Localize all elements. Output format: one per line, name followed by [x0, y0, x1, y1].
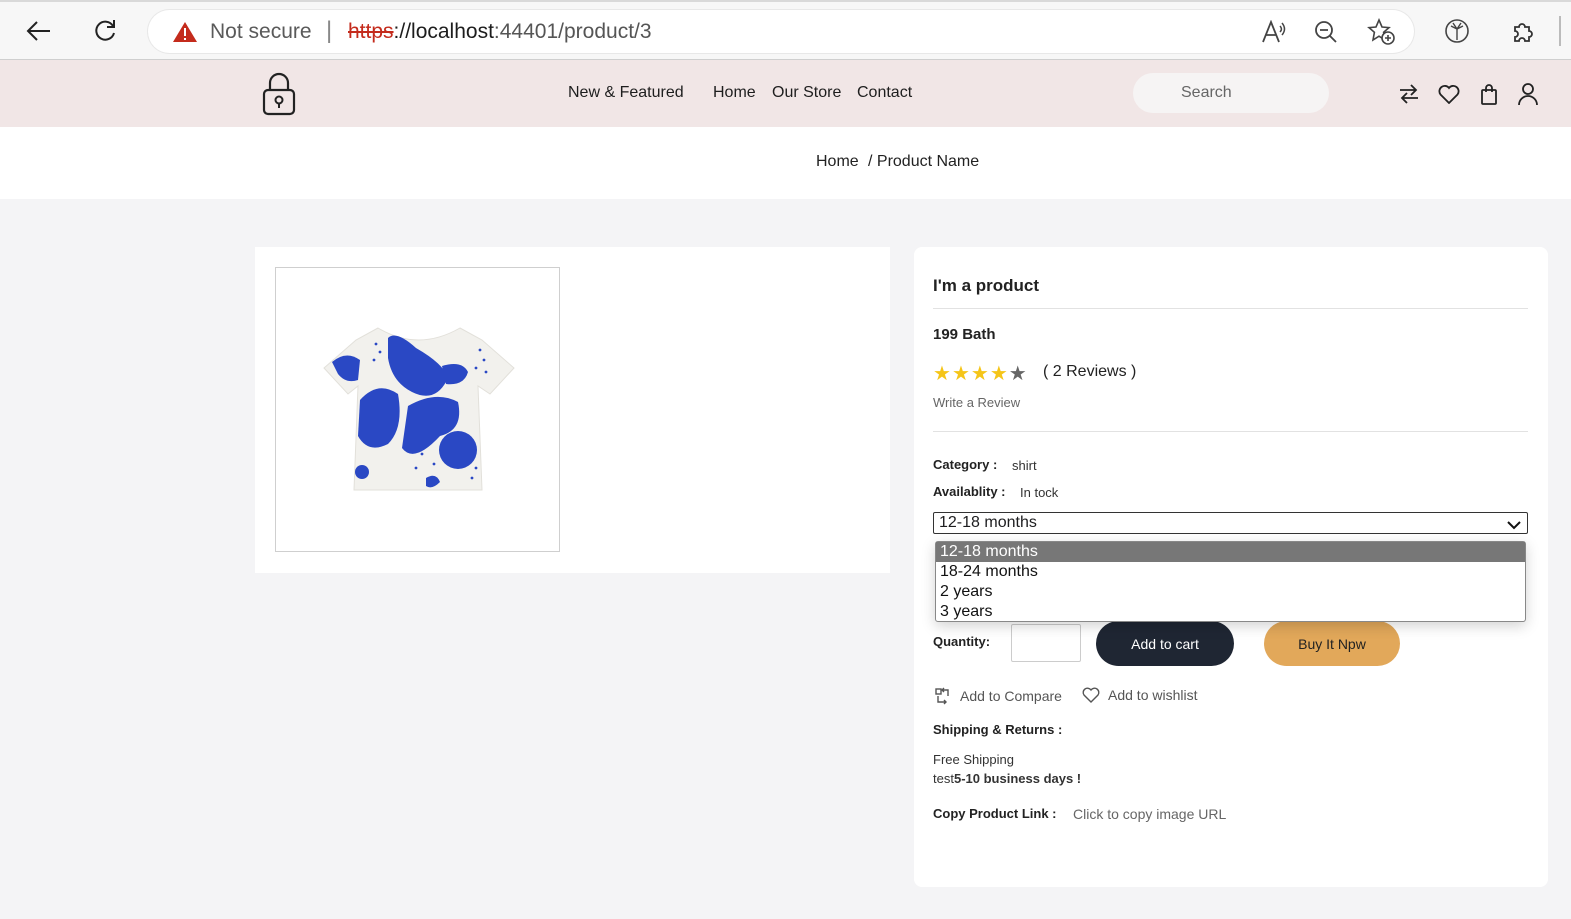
add-to-wishlist-link[interactable]: Add to wishlist — [1082, 687, 1197, 703]
nav-contact[interactable]: Contact — [857, 84, 912, 102]
product-price: 199 Bath — [933, 326, 996, 343]
shipping-line1: Free Shipping — [933, 752, 1014, 767]
scroll-edge — [1559, 16, 1561, 46]
tshirt-image — [323, 327, 515, 491]
product-image[interactable] — [275, 267, 560, 552]
browser-toolbar: Not secure | https://localhost:44401/pro… — [0, 0, 1571, 60]
size-option[interactable]: 3 years — [936, 602, 1525, 622]
rating-stars: ★★★★★ — [933, 361, 1028, 386]
category-value: shirt — [1012, 458, 1037, 473]
favorite-add-icon[interactable] — [1367, 18, 1395, 46]
size-select[interactable]: 12-18 months — [933, 512, 1528, 534]
star-icon: ★ — [951, 363, 971, 385]
url-host: ://localhost — [393, 20, 494, 43]
size-option[interactable]: 12-18 months — [936, 542, 1525, 562]
copy-link-action[interactable]: Click to copy image URL — [1073, 806, 1226, 822]
add-to-cart-button[interactable]: Add to cart — [1096, 621, 1234, 666]
category-label: Category : — [933, 457, 998, 472]
address-bar[interactable]: Not secure | https://localhost:44401/pro… — [148, 10, 1414, 53]
compare-arrows-icon — [935, 687, 949, 705]
security-label[interactable]: Not secure — [210, 20, 312, 44]
nav-our-store[interactable]: Our Store — [772, 84, 841, 102]
copy-link-label: Copy Product Link : — [933, 806, 1057, 821]
star-icon: ★ — [970, 363, 990, 385]
account-user-icon[interactable] — [1515, 81, 1541, 107]
quantity-input[interactable] — [1011, 624, 1081, 662]
size-select-value: 12-18 months — [939, 514, 1037, 531]
star-icon: ★ — [989, 363, 1009, 385]
buy-now-button[interactable]: Buy It Npw — [1264, 621, 1400, 666]
refresh-icon[interactable] — [89, 15, 121, 47]
divider — [933, 308, 1528, 309]
read-aloud-icon[interactable] — [1259, 18, 1287, 46]
size-option[interactable]: 2 years — [936, 582, 1525, 602]
extensions-icon[interactable] — [1507, 15, 1539, 47]
url-text[interactable]: https://localhost:44401/product/3 — [348, 20, 652, 44]
lock-logo-icon[interactable] — [262, 72, 296, 121]
nav-new-featured[interactable]: New & Featured — [568, 84, 684, 102]
url-path: :44401/product/3 — [493, 20, 652, 43]
url-scheme: https — [348, 20, 394, 43]
breadcrumb-home[interactable]: Home — [816, 153, 859, 171]
product-image-card — [255, 247, 890, 573]
shipping-label: Shipping & Returns : — [933, 722, 1063, 737]
size-option[interactable]: 18-24 months — [936, 562, 1525, 582]
add-to-compare-label: Add to Compare — [960, 688, 1062, 704]
shipping-line2: test5-10 business days ! — [933, 771, 1081, 786]
shipping-days: 5-10 business days ! — [953, 771, 1082, 786]
search-input[interactable]: Search — [1133, 73, 1329, 113]
wishlist-heart-icon[interactable] — [1436, 81, 1462, 107]
write-review-link[interactable]: Write a Review — [933, 395, 1020, 410]
heart-icon — [1082, 687, 1100, 703]
divider — [933, 431, 1528, 432]
compare-icon[interactable] — [1396, 81, 1422, 107]
size-options-list[interactable]: 12-18 months 18-24 months 2 years 3 year… — [935, 541, 1526, 622]
back-arrow-icon[interactable] — [22, 15, 54, 47]
shipping-line2-prefix: test — [933, 771, 954, 786]
cart-bag-icon[interactable] — [1476, 81, 1502, 107]
nav-home[interactable]: Home — [713, 84, 756, 102]
warning-icon[interactable] — [172, 21, 198, 48]
site-header: New & Featured Home Our Store Contact Se… — [0, 60, 1571, 127]
extension-palm-icon[interactable] — [1441, 15, 1473, 47]
chevron-down-icon — [1507, 516, 1521, 536]
availability-value: In tock — [1020, 485, 1059, 500]
divider: | — [326, 17, 333, 44]
product-title: I'm a product — [933, 276, 1040, 295]
quantity-label: Quantity: — [933, 634, 991, 649]
breadcrumb: Home / Product Name — [0, 127, 1571, 199]
zoom-out-icon[interactable] — [1312, 18, 1340, 46]
breadcrumb-current: / Product Name — [868, 153, 980, 170]
star-empty-icon: ★ — [1008, 363, 1028, 385]
add-to-wishlist-label: Add to wishlist — [1108, 687, 1198, 703]
star-icon: ★ — [933, 363, 952, 385]
availability-label: Availablity : — [933, 484, 1006, 499]
reviews-count[interactable]: ( 2 Reviews ) — [1043, 363, 1136, 381]
add-to-compare-link[interactable]: Add to Compare — [934, 687, 1062, 705]
